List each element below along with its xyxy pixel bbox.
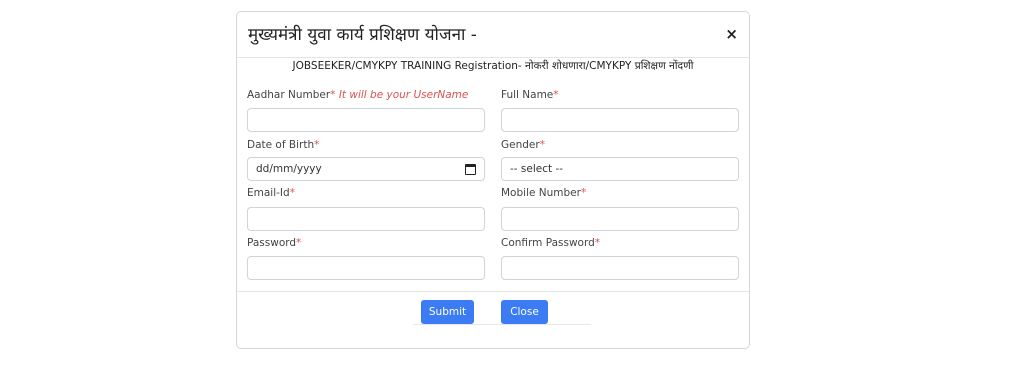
mobile-label-text: Mobile Number	[501, 187, 581, 199]
confirm-password-input[interactable]	[501, 256, 739, 280]
password-label-text: Password	[247, 237, 297, 249]
registration-modal: मुख्यमंत्री युवा कार्य प्रशिक्षण योजना -…	[236, 11, 750, 349]
email-label-text: Email-Id	[247, 187, 290, 199]
dob-input[interactable]: dd/mm/yyyy	[247, 157, 485, 181]
gender-label-text: Gender	[501, 139, 540, 151]
full-name-input[interactable]	[501, 108, 739, 132]
aadhar-hint: It will be your UserName	[338, 89, 469, 101]
confirm-password-label-text: Confirm Password	[501, 237, 595, 249]
close-icon[interactable]: ×	[725, 25, 738, 43]
form-subtitle: JOBSEEKER/CMYKPY TRAINING Registration- …	[292, 60, 694, 72]
mobile-label: Mobile Number*	[501, 187, 586, 199]
footer-divider	[237, 291, 749, 292]
required-mark: *	[314, 139, 320, 151]
required-mark: *	[330, 89, 336, 101]
modal-title: मुख्यमंत्री युवा कार्य प्रशिक्षण योजना -	[248, 25, 477, 45]
email-input[interactable]	[247, 207, 485, 231]
full-name-label-text: Full Name	[501, 89, 554, 101]
required-mark: *	[539, 139, 545, 151]
aadhar-label-text: Aadhar Number	[247, 89, 331, 101]
gender-label: Gender*	[501, 139, 545, 151]
confirm-password-label: Confirm Password*	[501, 237, 600, 249]
email-label: Email-Id*	[247, 187, 295, 199]
required-mark: *	[580, 187, 587, 199]
dob-label-text: Date of Birth	[247, 139, 315, 151]
dob-placeholder: dd/mm/yyyy	[256, 163, 322, 175]
required-mark: *	[289, 187, 295, 199]
submit-button[interactable]: Submit	[421, 300, 474, 324]
full-name-label: Full Name*	[501, 89, 559, 101]
required-mark: *	[296, 237, 302, 249]
required-mark: *	[594, 237, 601, 249]
gender-select[interactable]: -- select --	[501, 157, 739, 181]
close-button[interactable]: Close	[501, 300, 548, 324]
mobile-input[interactable]	[501, 207, 739, 231]
password-label: Password*	[247, 237, 301, 249]
footer-underline	[413, 324, 591, 325]
required-mark: *	[553, 89, 559, 101]
dob-label: Date of Birth*	[247, 139, 319, 151]
aadhar-label: Aadhar Number* It will be your UserName	[247, 89, 468, 101]
password-input[interactable]	[247, 256, 485, 280]
calendar-icon[interactable]	[465, 163, 476, 175]
aadhar-input[interactable]	[247, 108, 485, 132]
modal-header: मुख्यमंत्री युवा कार्य प्रशिक्षण योजना -…	[237, 12, 749, 58]
